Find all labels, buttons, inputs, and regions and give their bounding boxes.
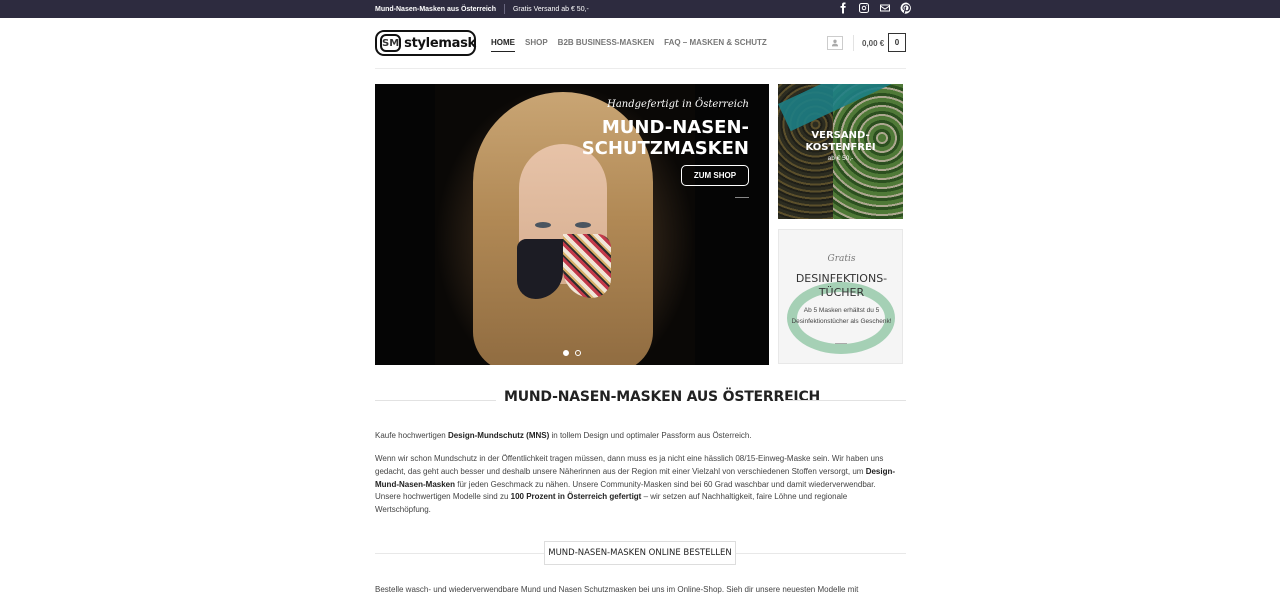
top-bar-title: Mund-Nasen-Masken aus Österreich [375,5,496,13]
top-bar-left: Mund-Nasen-Masken aus Österreich Gratis … [375,0,589,18]
order-online-button[interactable]: MUND-NASEN-MASKEN ONLINE BESTELLEN [544,541,736,565]
nav-item-shop[interactable]: SHOP [525,38,548,52]
slider-dot[interactable] [563,350,569,356]
header-divider [853,35,854,51]
intro-paragraph: Kaufe hochwertigen Design-Mundschutz (MN… [375,430,897,443]
site-header: SM stylemask HOME SHOP B2B BUSINESS-MASK… [375,29,906,59]
promo-shipping-subtitle: ab € 50,- [827,155,854,162]
nav-item-faq[interactable]: FAQ – MASKEN & SCHUTZ [664,38,767,52]
top-bar-shipping: Gratis Versand ab € 50,- [512,5,589,13]
hero-slider[interactable]: Handgefertigt in Österreich MUND-NASEN-S… [375,84,769,365]
promo-free-shipping[interactable]: VERSAND-KOSTENFREI ab € 50,- [778,84,903,219]
intro-bold: Design-Mundschutz (MNS) [447,431,550,440]
slider-dot[interactable] [575,350,581,356]
intro-text: in tollem Design und optimaler Passform … [549,431,752,440]
logo-text: stylemask [404,35,476,51]
hero-mask-pattern [563,234,611,298]
cart-total[interactable]: 0,00 € [862,39,884,48]
bottom-paragraph: Bestelle wasch- und wiederverwendbare Mu… [375,585,859,594]
cart-count[interactable]: 0 [888,33,906,52]
site-logo[interactable]: SM stylemask [375,30,476,56]
promo-divider [835,343,847,344]
button-line-left [375,553,544,554]
pinterest-icon[interactable] [899,1,912,14]
hero-shop-button[interactable]: ZUM SHOP [681,165,749,186]
promo-wipes-text: Ab 5 Masken erhältst du 5 Desinfektionst… [791,307,892,325]
nav-item-b2b[interactable]: B2B BUSINESS-MASKEN [558,38,654,52]
description-text: Wenn wir schon Mundschutz in der Öffentl… [375,454,884,476]
order-button-row: MUND-NASEN-MASKEN ONLINE BESTELLEN [375,541,906,565]
description-bold: 100 Prozent in Österreich gefertigt [510,492,642,502]
hero-script-text: Handgefertigt in Österreich [607,99,749,110]
hero-divider [735,197,749,198]
hero-model-eye [535,222,551,228]
heading-line-left [375,400,496,401]
description-paragraph: Wenn wir schon Mundschutz in der Öffentl… [375,453,897,517]
mail-icon[interactable] [878,1,891,14]
heading-line-right [785,400,906,401]
instagram-icon[interactable] [857,1,870,14]
description-text: Unsere hochwertigen Modelle sind zu [375,492,511,502]
social-icons [836,1,912,14]
top-bar: Mund-Nasen-Masken aus Österreich Gratis … [0,0,1280,18]
hero-model-eye [575,222,591,228]
main-nav: HOME SHOP B2B BUSINESS-MASKEN FAQ – MASK… [491,38,767,52]
promo-disinfection-wipes[interactable]: Gratis DESINFEKTIONS-TÜCHER Ab 5 Masken … [778,229,903,364]
button-line-right [736,553,906,554]
slider-dots [563,350,581,356]
header-divider-line [375,68,906,69]
account-icon[interactable] [827,36,843,50]
nav-item-home[interactable]: HOME [491,38,515,52]
top-bar-divider [503,4,505,14]
hero-title: MUND-NASEN-SCHUTZMASKEN [581,117,749,159]
section-title: MUND-NASEN-MASKEN AUS ÖSTERREICH [504,389,821,405]
promo-wipes-title: DESINFEKTIONS-TÜCHER [795,272,888,299]
section-heading-row: MUND-NASEN-MASKEN AUS ÖSTERREICH [375,389,906,411]
intro-text: Kaufe hochwertigen [375,431,448,440]
promo-shipping-title: VERSAND-KOSTENFREI [805,130,876,153]
facebook-icon[interactable] [836,1,849,14]
description-text: für jeden Geschmack zu nähen. Unsere Com… [455,479,876,489]
promo-wipes-script: Gratis [827,254,856,264]
logo-badge: SM [380,34,402,52]
